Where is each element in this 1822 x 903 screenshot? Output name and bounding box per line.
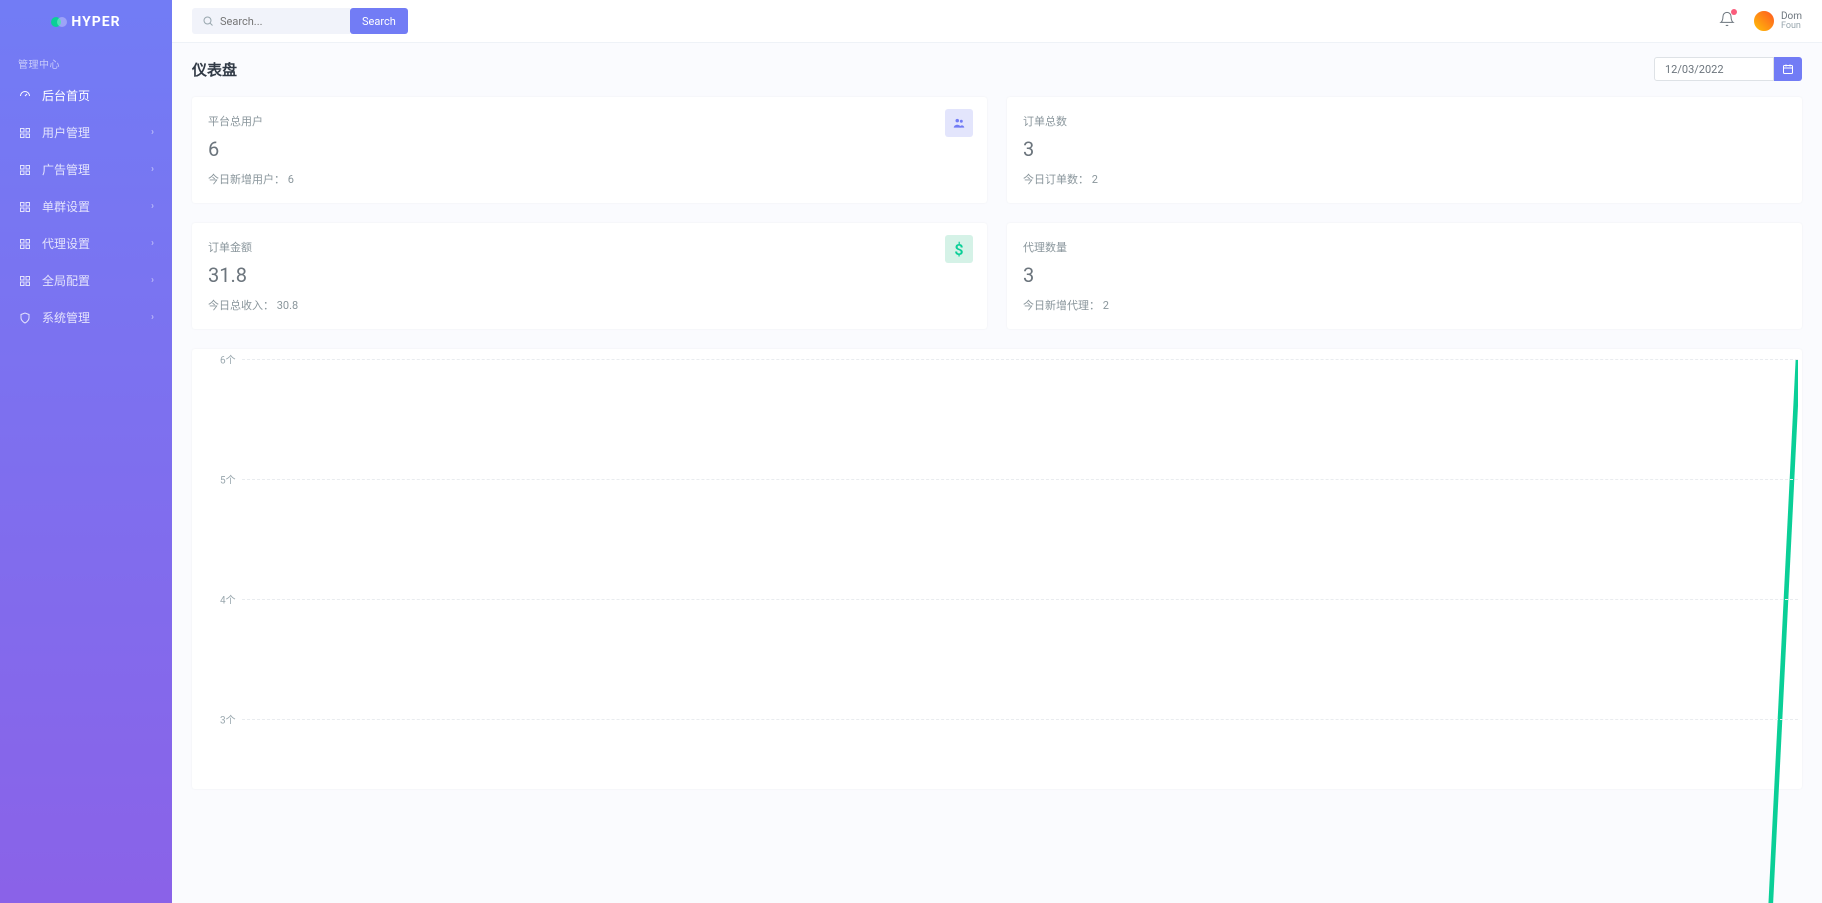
chevron-right-icon: ›: [151, 201, 154, 212]
grid-line: [242, 599, 1798, 600]
search-button[interactable]: Search: [350, 8, 408, 34]
search-input-wrap: [192, 8, 350, 34]
card-sub: 今日新增代理： 2: [1023, 297, 1786, 313]
sidebar-item-label: 广告管理: [42, 161, 151, 178]
card-value: 6: [208, 137, 971, 161]
grid-icon: [18, 237, 32, 251]
notifications-button[interactable]: [1719, 11, 1735, 31]
sidebar-item-2[interactable]: 广告管理›: [0, 151, 172, 188]
page-header: 仪表盘: [192, 57, 1802, 81]
grid-icon: [18, 126, 32, 140]
grid-icon: [18, 163, 32, 177]
grid-line: [242, 359, 1798, 360]
sidebar-item-label: 全局配置: [42, 272, 151, 289]
avatar: [1753, 10, 1775, 32]
card-sub: 今日订单数： 2: [1023, 171, 1786, 187]
y-tick-label: 3个: [220, 712, 236, 727]
card-value: 3: [1023, 263, 1786, 287]
card-title: 订单总数: [1023, 113, 1786, 129]
date-input[interactable]: [1654, 57, 1774, 81]
sidebar-item-label: 后台首页: [42, 87, 154, 104]
grid-line: [242, 719, 1798, 720]
sidebar-item-6[interactable]: 系统管理›: [0, 299, 172, 336]
brand-text: HYPER: [71, 14, 120, 30]
topbar-right: Dom Foun: [1719, 10, 1802, 32]
sidebar: HYPER 管理中心 后台首页用户管理›广告管理›单群设置›代理设置›全局配置›…: [0, 0, 172, 903]
card-title: 订单金额: [208, 239, 971, 255]
main: Search Dom Foun 仪表盘: [172, 0, 1822, 903]
sidebar-item-4[interactable]: 代理设置›: [0, 225, 172, 262]
dashboard-icon: [18, 89, 32, 103]
grid-line: [242, 479, 1798, 480]
chevron-right-icon: ›: [151, 164, 154, 175]
sidebar-item-label: 系统管理: [42, 309, 151, 326]
y-tick-label: 4个: [220, 592, 236, 607]
chevron-right-icon: ›: [151, 312, 154, 323]
card-value: 3: [1023, 137, 1786, 161]
chevron-right-icon: ›: [151, 238, 154, 249]
stat-card-1: 订单总数 3 今日订单数： 2: [1007, 97, 1802, 203]
grid-icon: [18, 200, 32, 214]
date-picker-group: [1654, 57, 1802, 81]
card-title: 平台总用户: [208, 113, 971, 129]
sidebar-item-label: 代理设置: [42, 235, 151, 252]
grid-icon: [18, 274, 32, 288]
card-sub: 今日新增用户： 6: [208, 171, 971, 187]
user-role: Foun: [1781, 22, 1802, 32]
sidebar-item-3[interactable]: 单群设置›: [0, 188, 172, 225]
sidebar-item-label: 单群设置: [42, 198, 151, 215]
card-sub: 今日总收入： 30.8: [208, 297, 971, 313]
y-tick-label: 5个: [220, 472, 236, 487]
chevron-right-icon: ›: [151, 275, 154, 286]
search-icon: [202, 12, 214, 31]
content: 仪表盘 平台总用户 6 今日新增用户： 6 订单总数 3 今日订单数： 2 $订单金额 31…: [172, 43, 1822, 903]
sidebar-item-1[interactable]: 用户管理›: [0, 114, 172, 151]
date-button[interactable]: [1774, 57, 1802, 81]
y-tick-label: 6个: [220, 352, 236, 367]
shield-icon: [18, 311, 32, 325]
calendar-icon: [1782, 63, 1794, 75]
brand-logo[interactable]: HYPER: [0, 0, 172, 44]
sidebar-item-0[interactable]: 后台首页: [0, 77, 172, 114]
notification-dot: [1731, 9, 1737, 15]
sidebar-section-title: 管理中心: [0, 44, 172, 77]
logo-icon: [51, 16, 67, 28]
stat-card-2: $订单金额 31.8 今日总收入： 30.8: [192, 223, 987, 329]
card-value: 31.8: [208, 263, 971, 287]
search-input[interactable]: [220, 15, 340, 28]
chevron-right-icon: ›: [151, 127, 154, 138]
chart-line: [242, 359, 1798, 903]
user-name: Dom: [1781, 11, 1802, 22]
topbar: Search Dom Foun: [172, 0, 1822, 43]
sidebar-item-label: 用户管理: [42, 124, 151, 141]
chart-card: 6个 5个 4个 3个: [192, 349, 1802, 789]
page-title: 仪表盘: [192, 59, 237, 80]
sidebar-item-5[interactable]: 全局配置›: [0, 262, 172, 299]
search-group: Search: [192, 8, 408, 34]
users-icon: [945, 109, 973, 137]
user-text: Dom Foun: [1781, 11, 1802, 32]
card-title: 代理数量: [1023, 239, 1786, 255]
user-menu[interactable]: Dom Foun: [1753, 10, 1802, 32]
stat-card-3: 代理数量 3 今日新增代理： 2: [1007, 223, 1802, 329]
stat-card-0: 平台总用户 6 今日新增用户： 6: [192, 97, 987, 203]
dollar-icon: $: [945, 235, 973, 263]
